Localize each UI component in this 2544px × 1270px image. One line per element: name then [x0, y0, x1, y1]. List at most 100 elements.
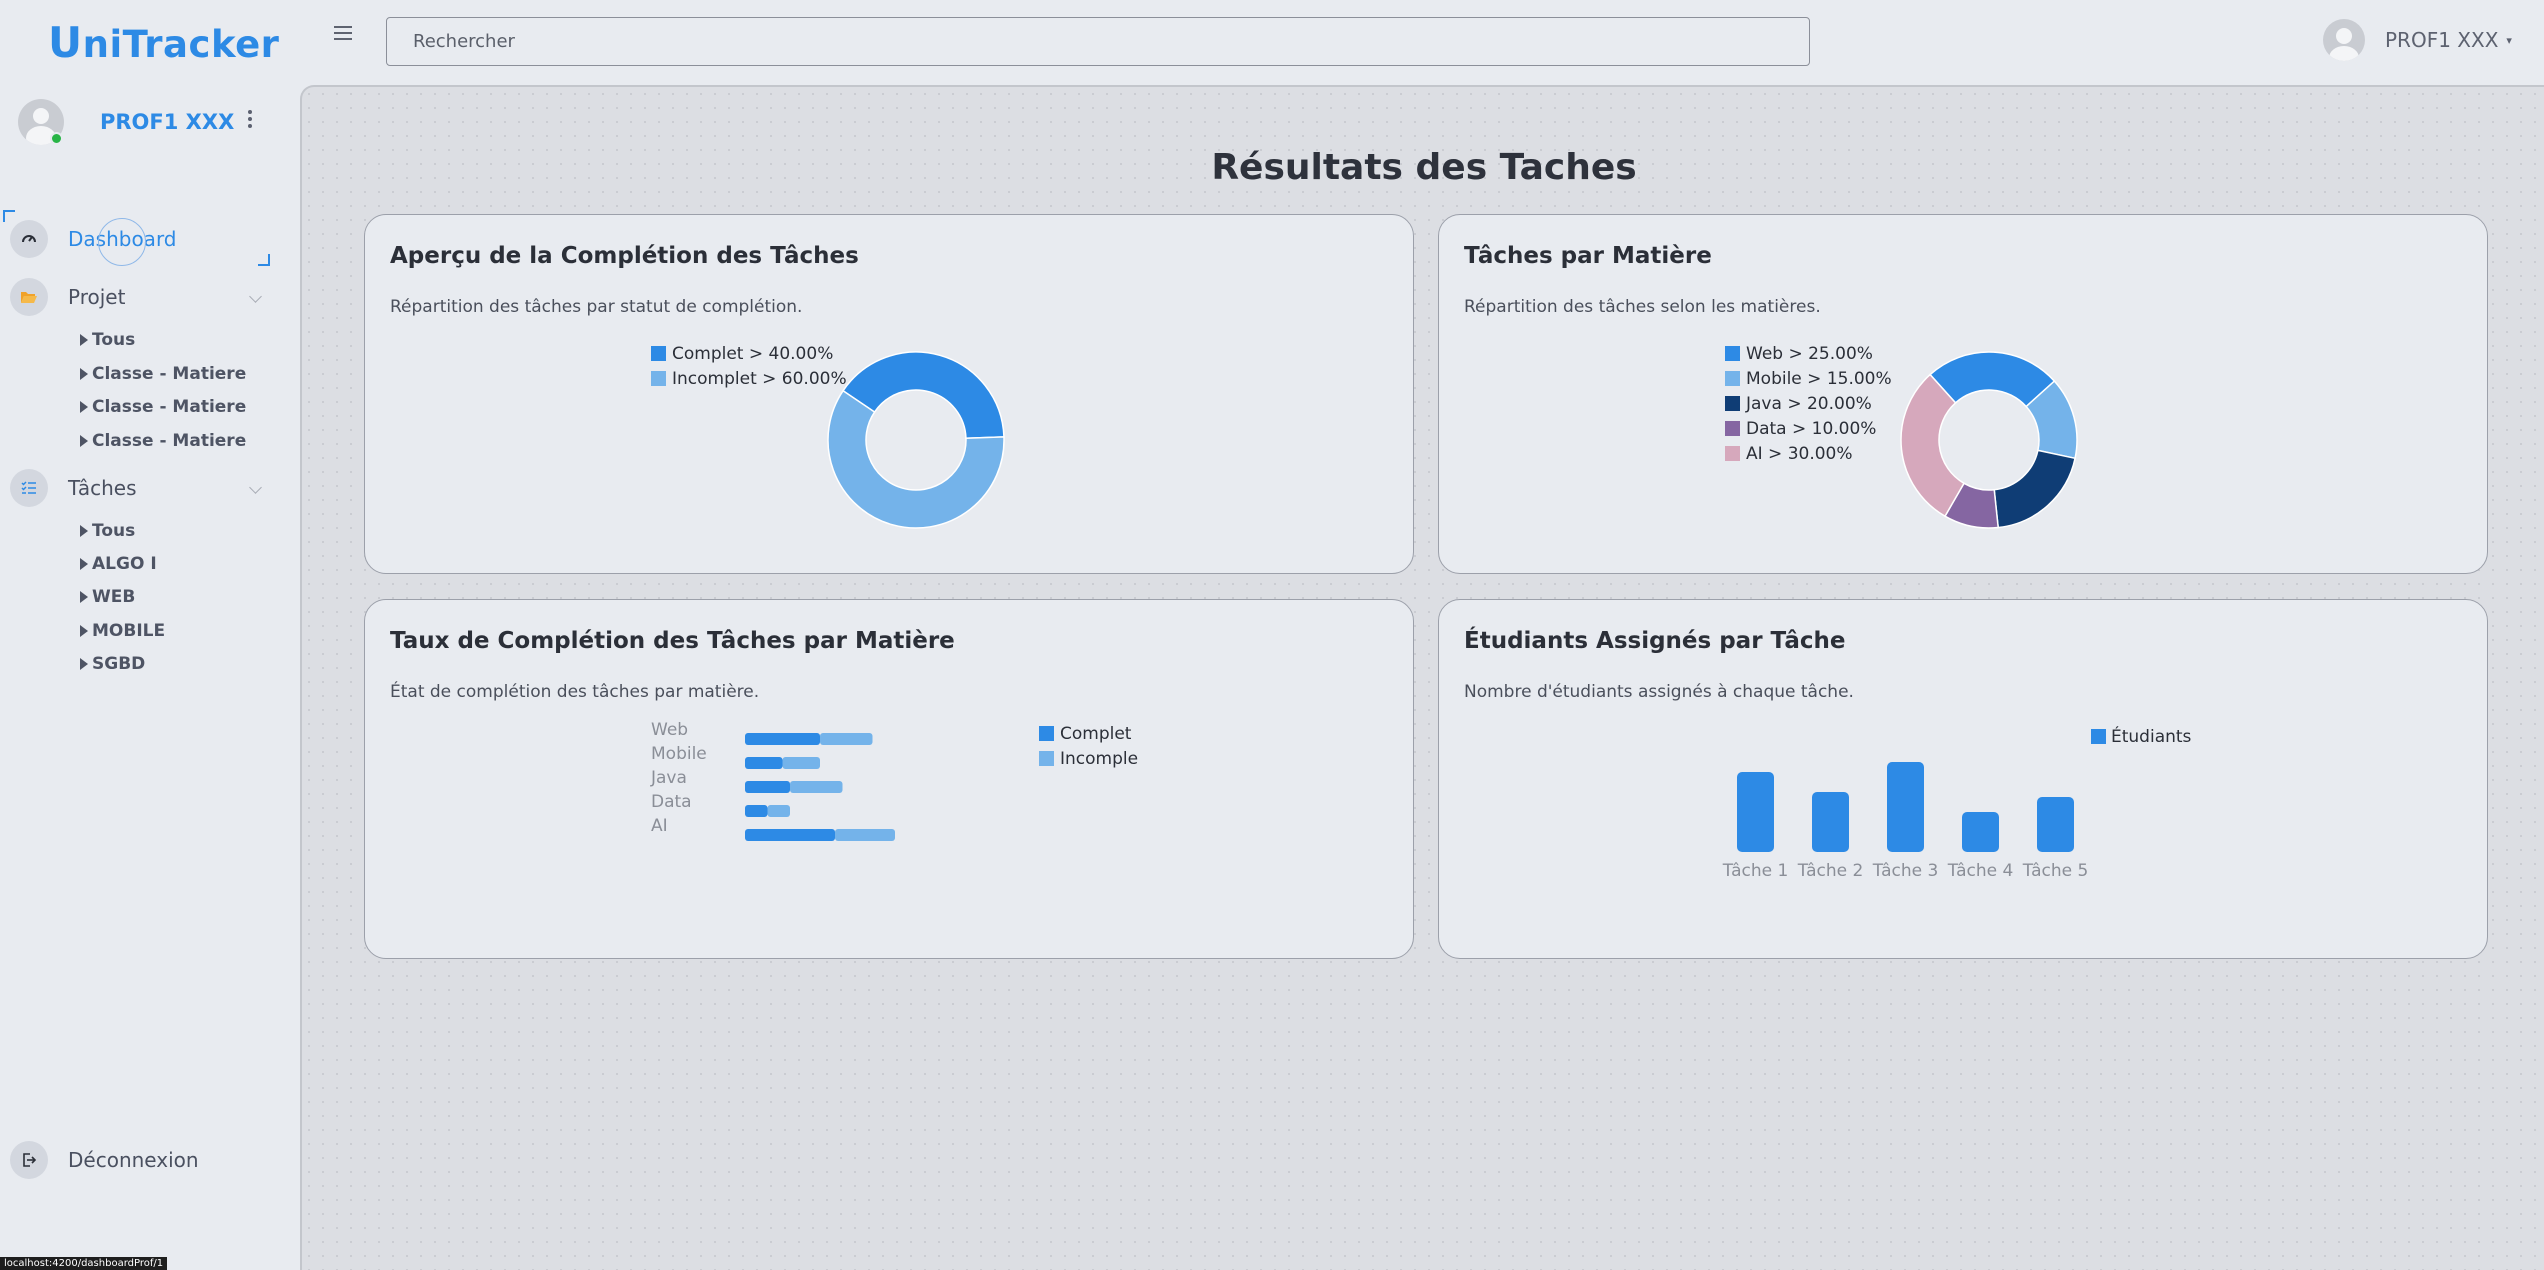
card-title: Étudiants Assignés par Tâche: [1464, 628, 1846, 654]
legend-label: Data > 10.00%: [1746, 418, 1877, 439]
bar-java-complet[interactable]: [745, 781, 790, 793]
legend-item[interactable]: Incomplet > 60.00%: [651, 366, 847, 391]
task-list-icon: [10, 469, 48, 507]
legend-swatch: [651, 346, 666, 361]
caret-right-icon: [80, 591, 88, 603]
bar-ai-incomple[interactable]: [835, 829, 895, 841]
legend-swatch: [1725, 371, 1740, 386]
user-menu[interactable]: PROF1 XXX ▾: [2323, 19, 2512, 61]
y-tick-label: Java: [650, 768, 687, 788]
bar-data-complet[interactable]: [745, 805, 768, 817]
bar-1[interactable]: [1737, 772, 1774, 852]
bar-3[interactable]: [1887, 762, 1924, 852]
sidebar-item-projet[interactable]: Projet: [10, 278, 262, 316]
more-options-icon[interactable]: [248, 110, 252, 128]
bar-web-complet[interactable]: [745, 733, 820, 745]
sidebar-subitem-classe-matiere[interactable]: Classe - Matiere: [80, 431, 246, 451]
sidebar-item-dashboard[interactable]: Dashboard: [10, 220, 260, 258]
sidebar-subitem-classe-matiere[interactable]: Classe - Matiere: [80, 364, 246, 384]
legend-item[interactable]: AI > 30.00%: [1725, 441, 1892, 466]
legend-swatch: [651, 371, 666, 386]
app-logo[interactable]: UniTracker: [48, 18, 279, 67]
card-subtitle: Répartition des tâches par statut de com…: [390, 297, 803, 317]
page-title: Résultats des Taches: [1211, 147, 1637, 188]
legend-item[interactable]: Web > 25.00%: [1725, 341, 1892, 366]
bar-2[interactable]: [1812, 792, 1849, 852]
bar-java-incomple[interactable]: [790, 781, 843, 793]
card-students-per-task: Étudiants Assignés par Tâche Nombre d'ét…: [1438, 599, 2488, 959]
sidebar: PROF1 XXX Dashboard Projet Tous Classe -…: [0, 85, 300, 1270]
legend-item[interactable]: Data > 10.00%: [1725, 416, 1892, 441]
card-title: Taux de Complétion des Tâches par Matièr…: [390, 628, 955, 654]
students-bar-chart: Tâche 1 Tâche 2 Tâche 3 Tâche 4 Tâche 5 Étudi…: [1722, 725, 2192, 881]
legend-label[interactable]: Étudiants: [2111, 725, 2192, 747]
x-tick-label: Tâche 5: [2022, 861, 2089, 881]
card-completion-rate: Taux de Complétion des Tâches par Matièr…: [364, 599, 1414, 959]
folder-open-icon: [10, 278, 48, 316]
legend-swatch: [2091, 729, 2106, 744]
sidebar-item-label: Tâches: [68, 476, 137, 500]
card-task-completion: Aperçu de la Complétion des Tâches Répar…: [364, 214, 1414, 574]
sidebar-item-label: Dashboard: [68, 227, 177, 251]
card-title: Aperçu de la Complétion des Tâches: [390, 243, 859, 269]
sidebar-subitem-taches-tous[interactable]: Tous: [80, 521, 135, 541]
logout-button[interactable]: Déconnexion: [10, 1141, 260, 1179]
chart-legend: Web > 25.00% Mobile > 15.00% Java > 20.00%…: [1725, 341, 1892, 466]
legend-item[interactable]: Java > 20.00%: [1725, 391, 1892, 416]
donut-slice-java[interactable]: [1993, 449, 2076, 529]
caret-right-icon: [80, 625, 88, 637]
completion-donut-chart: [827, 351, 1005, 529]
main-content: Résultats des Taches Aperçu de la Complé…: [300, 85, 2544, 1270]
card-tasks-by-subject: Tâches par Matière Répartition des tâche…: [1438, 214, 2488, 574]
card-subtitle: Répartition des tâches selon les matière…: [1464, 297, 1821, 317]
legend-label[interactable]: Complet: [1060, 724, 1132, 744]
sidebar-subitem-mobile[interactable]: MOBILE: [80, 621, 165, 641]
y-tick-label: AI: [651, 816, 668, 836]
top-bar: UniTracker PROF1 XXX ▾: [0, 0, 2544, 85]
logout-icon: [10, 1141, 48, 1179]
legend-label: Mobile > 15.00%: [1746, 368, 1892, 389]
menu-toggle-icon[interactable]: [334, 26, 352, 40]
bar-data-incomple[interactable]: [767, 805, 791, 817]
legend-swatch: [1039, 751, 1054, 766]
sidebar-subitem-classe-matiere[interactable]: Classe - Matiere: [80, 397, 246, 417]
caret-right-icon: [80, 558, 88, 570]
caret-right-icon: [80, 435, 88, 447]
sidebar-subitem-algo[interactable]: ALGO I: [80, 554, 157, 574]
search-input[interactable]: [386, 17, 1810, 66]
caret-right-icon: [80, 401, 88, 413]
caret-right-icon: [80, 658, 88, 670]
gauge-icon: [10, 220, 48, 258]
card-subtitle: État de complétion des tâches par matièr…: [390, 682, 760, 702]
sidebar-item-taches[interactable]: Tâches: [10, 469, 262, 507]
sidebar-subitem-projet-tous[interactable]: Tous: [80, 330, 135, 350]
legend-label: AI > 30.00%: [1746, 443, 1853, 464]
sidebar-subitem-web[interactable]: WEB: [80, 587, 135, 607]
legend-item[interactable]: Complet > 40.00%: [651, 341, 847, 366]
caret-right-icon: [80, 525, 88, 537]
completion-rate-bar-chart: Web Mobile Java Data AI Complet Incomple: [650, 720, 1138, 841]
sidebar-item-label: Projet: [68, 285, 126, 309]
x-tick-label: Tâche 4: [1947, 861, 2014, 881]
chart-legend: Complet > 40.00% Incomplet > 60.00%: [651, 341, 847, 391]
card-title: Tâches par Matière: [1464, 243, 1712, 269]
legend-label: Incomplet > 60.00%: [672, 368, 847, 389]
user-name: PROF1 XXX: [2385, 28, 2499, 52]
legend-label[interactable]: Incomple: [1060, 749, 1138, 769]
sidebar-profile[interactable]: PROF1 XXX: [18, 99, 234, 145]
legend-item[interactable]: Mobile > 15.00%: [1725, 366, 1892, 391]
bar-web-incomple[interactable]: [820, 733, 873, 745]
x-tick-label: Tâche 3: [1872, 861, 1939, 881]
sidebar-item-label: Déconnexion: [68, 1148, 199, 1172]
profile-name: PROF1 XXX: [100, 110, 235, 134]
bar-4[interactable]: [1962, 812, 1999, 852]
y-tick-label: Web: [651, 720, 688, 740]
sidebar-subitem-sgbd[interactable]: SGBD: [80, 654, 145, 674]
legend-label: Complet > 40.00%: [672, 343, 834, 364]
bar-mobile-incomple[interactable]: [782, 757, 821, 769]
y-tick-label: Mobile: [651, 744, 707, 764]
bar-mobile-complet[interactable]: [745, 757, 783, 769]
bar-ai-complet[interactable]: [745, 829, 835, 841]
online-status-icon: [50, 132, 63, 145]
bar-5[interactable]: [2037, 797, 2074, 852]
